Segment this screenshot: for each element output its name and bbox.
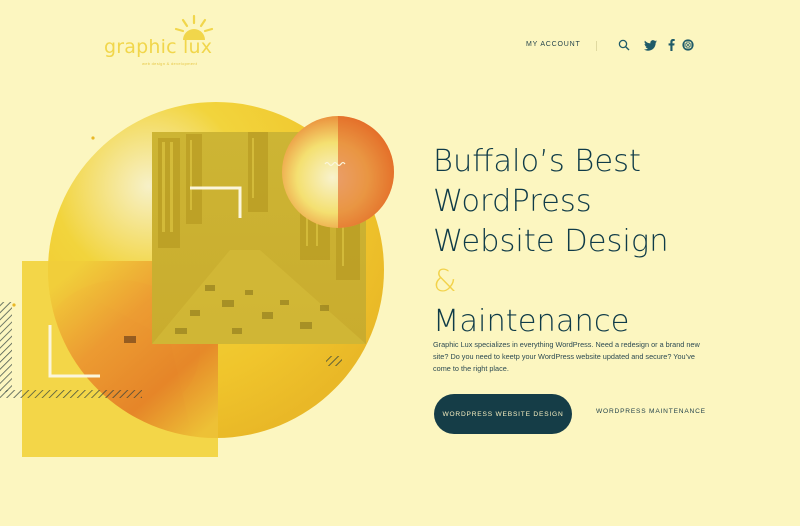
brand-logo[interactable]: graphic lux web design & development (104, 14, 220, 66)
nav-divider (596, 41, 597, 51)
facebook-icon[interactable] (664, 38, 678, 52)
wordpress-maintenance-link[interactable]: WORDPRESS MAINTENANCE (596, 408, 706, 415)
headline-line-3: Website Design (433, 224, 669, 259)
hero-illustration (0, 102, 394, 457)
headline-ampersand: & (433, 264, 457, 299)
brand-tagline: web design & development (142, 61, 198, 66)
search-icon[interactable] (617, 38, 631, 52)
hero-headline: Buffalo’s Best WordPress Website Design … (433, 142, 773, 342)
wordpress-website-design-button[interactable]: WORDPRESS WEBSITE DESIGN (434, 394, 572, 434)
headline-line-1: Buffalo’s Best (433, 144, 642, 179)
my-account-link[interactable]: MY ACCOUNT (526, 41, 581, 48)
hero-description: Graphic Lux specializes in everything Wo… (433, 340, 700, 373)
twitter-icon[interactable] (643, 38, 657, 52)
brand-name: graphic lux (104, 36, 213, 58)
headline-line-5: Maintenance (433, 304, 630, 339)
headline-line-2: WordPress (433, 184, 592, 219)
instagram-icon[interactable] (681, 38, 695, 52)
